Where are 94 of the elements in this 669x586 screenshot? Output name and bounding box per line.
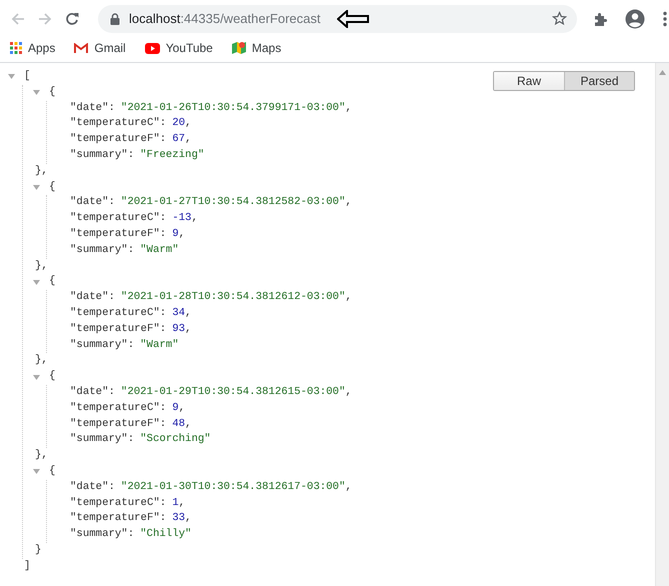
collapse-triangle-icon[interactable] bbox=[8, 73, 15, 80]
json-key: "date": bbox=[70, 290, 115, 306]
json-key: "temperatureF": bbox=[70, 132, 166, 148]
profile-icon[interactable] bbox=[625, 8, 645, 28]
json-key: "temperatureC": bbox=[70, 496, 166, 512]
json-value: 1 bbox=[172, 496, 179, 511]
bookmark-link[interactable]: YouTube bbox=[166, 41, 213, 55]
json-key: "date": bbox=[70, 480, 115, 496]
comma: , bbox=[345, 384, 352, 400]
json-value: "Warm" bbox=[140, 242, 179, 258]
json-value: "2021-01-29T10:30:54.3812615-03:00" bbox=[120, 384, 346, 400]
json-key: "summary": bbox=[70, 338, 134, 354]
json-key: "temperatureF": bbox=[70, 511, 166, 528]
collapse-triangle-icon[interactable] bbox=[33, 184, 40, 191]
comma: , bbox=[178, 400, 186, 416]
bracket: [ bbox=[24, 69, 30, 84]
brace: { bbox=[49, 369, 56, 384]
apps-grid-icon[interactable] bbox=[10, 42, 22, 54]
json-value: 33 bbox=[172, 511, 186, 526]
json-value: 20 bbox=[172, 116, 186, 132]
json-key: "temperatureC": bbox=[70, 116, 166, 132]
bookmark-link[interactable]: Apps bbox=[28, 41, 56, 55]
play-icon[interactable] bbox=[144, 42, 160, 54]
brace: { bbox=[49, 180, 56, 195]
json-key: "date": bbox=[70, 195, 115, 212]
brace: { bbox=[49, 274, 56, 290]
json-key: "temperatureF": bbox=[70, 322, 166, 338]
comma: , bbox=[185, 306, 192, 321]
json-key: "date": bbox=[70, 100, 115, 116]
bracket: ] bbox=[24, 558, 30, 574]
scroll-up-icon[interactable] bbox=[659, 70, 666, 75]
brace: }, bbox=[35, 353, 48, 368]
view-toggle-button[interactable]: Parsed bbox=[564, 72, 634, 90]
json-value: 93 bbox=[172, 322, 186, 337]
json-value: 9 bbox=[172, 400, 179, 416]
menu-icon[interactable] bbox=[663, 10, 667, 26]
address-bar[interactable]: localhost:44335/weatherForecast bbox=[98, 4, 577, 32]
reload-icon[interactable] bbox=[65, 12, 79, 26]
json-value: 48 bbox=[172, 416, 186, 432]
json-value: 34 bbox=[172, 306, 186, 321]
puzzle-icon[interactable] bbox=[593, 10, 609, 26]
brace: { bbox=[49, 464, 56, 479]
json-key: "temperatureC": bbox=[70, 400, 166, 417]
json-value: "2021-01-28T10:30:54.3812612-03:00" bbox=[120, 290, 346, 306]
comma: , bbox=[178, 496, 186, 511]
json-value: "2021-01-26T10:30:54.3799171-03:00" bbox=[120, 100, 346, 116]
json-key: "summary": bbox=[70, 527, 134, 543]
comma: , bbox=[185, 416, 192, 432]
comma: , bbox=[191, 211, 198, 226]
comma: , bbox=[185, 132, 192, 148]
json-key: "temperatureC": bbox=[70, 211, 166, 227]
brace: }, bbox=[35, 164, 48, 179]
scrollbar[interactable] bbox=[655, 63, 669, 586]
comma: , bbox=[185, 511, 192, 526]
json-key: "summary": bbox=[70, 432, 134, 448]
json-key: "summary": bbox=[70, 148, 134, 164]
map-pin-icon[interactable] bbox=[232, 41, 246, 55]
collapse-triangle-icon[interactable] bbox=[33, 278, 40, 286]
comma: , bbox=[345, 195, 352, 210]
json-key: "temperatureF": bbox=[70, 226, 166, 243]
url-text: localhost:44335/weatherForecast bbox=[129, 11, 321, 26]
json-key: "summary": bbox=[70, 242, 134, 259]
brace: { bbox=[49, 84, 56, 100]
json-value: "2021-01-27T10:30:54.3812582-03:00" bbox=[120, 195, 346, 210]
view-toggle-button[interactable]: Raw bbox=[494, 72, 564, 90]
json-value: "Chilly" bbox=[140, 527, 192, 542]
star-icon[interactable] bbox=[552, 11, 567, 26]
collapse-triangle-icon[interactable] bbox=[33, 374, 40, 381]
brace: }, bbox=[35, 448, 48, 464]
comma: , bbox=[185, 116, 192, 132]
json-value: 9 bbox=[172, 226, 179, 242]
mail-icon[interactable] bbox=[74, 42, 88, 54]
json-value: 67 bbox=[172, 132, 186, 148]
json-value: "Warm" bbox=[140, 338, 179, 353]
json-value: -13 bbox=[172, 211, 192, 226]
comma: , bbox=[345, 480, 352, 495]
json-value: "2021-01-30T10:30:54.3812617-03:00" bbox=[120, 480, 346, 495]
brace: } bbox=[35, 542, 42, 558]
json-key: "temperatureF": bbox=[70, 416, 166, 432]
json-key: "temperatureC": bbox=[70, 306, 166, 322]
bookmark-link[interactable]: Maps bbox=[252, 41, 282, 55]
arrow-annotation-icon bbox=[336, 10, 369, 28]
brace: }, bbox=[35, 258, 48, 274]
comma: , bbox=[185, 322, 192, 337]
lock-icon[interactable] bbox=[110, 12, 120, 24]
comma: , bbox=[345, 290, 352, 306]
comma: , bbox=[178, 226, 186, 242]
json-value: "Scorching" bbox=[140, 432, 211, 448]
bookmark-link[interactable]: Gmail bbox=[94, 41, 126, 55]
collapse-triangle-icon[interactable] bbox=[33, 89, 40, 96]
json-key: "date": bbox=[70, 384, 115, 401]
comma: , bbox=[345, 100, 352, 116]
json-value: "Freezing" bbox=[140, 148, 204, 163]
collapse-triangle-icon[interactable] bbox=[33, 468, 40, 476]
